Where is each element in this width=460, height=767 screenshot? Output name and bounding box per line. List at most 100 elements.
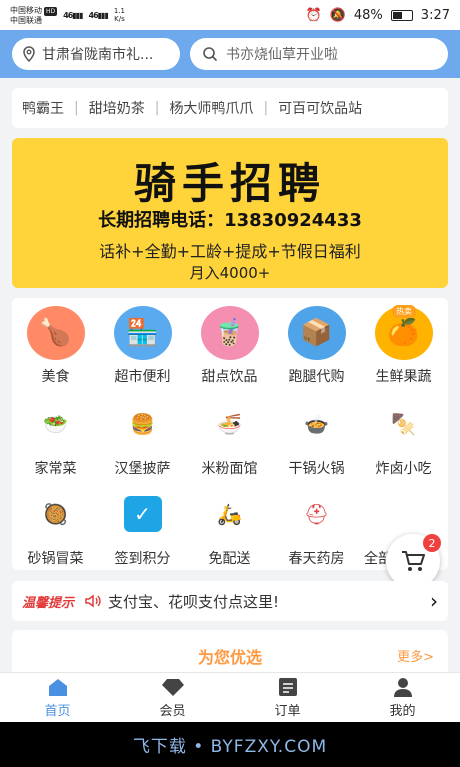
payment-notice[interactable]: 温馨提示 支付宝、花呗支付点这里! › (12, 581, 448, 621)
roast-chicken-icon: 🍗 (26, 306, 85, 360)
burger-icon: 🍔 (130, 412, 155, 436)
chevron-right-icon: › (430, 589, 438, 613)
app-header: 甘肃省陇南市礼... 书亦烧仙草开业啦 (0, 30, 460, 78)
carrier-2: 中国联通 (10, 15, 42, 25)
banner-title: 骑手招聘 (133, 159, 326, 208)
location-selector[interactable]: 甘肃省陇南市礼... (12, 38, 180, 70)
signal-icon-2: 46▮▮▮ (88, 10, 109, 20)
search-icon (203, 47, 218, 62)
category-noodles[interactable]: 🍜 米粉面馆 (186, 390, 273, 478)
tab-orders[interactable]: 订单 (230, 673, 345, 722)
category-label: 甜点饮品 (201, 369, 258, 385)
diamond-icon (161, 678, 184, 696)
category-label: 干锅火锅 (288, 461, 345, 477)
shop-link[interactable]: 杨大师鸭爪爪 (169, 98, 253, 118)
tab-home[interactable]: 首页 (0, 673, 115, 722)
status-left: 中国移动 HD 中国联通 46▮▮▮ 46▮▮▮ 1.1 K/s (10, 6, 125, 25)
status-right: ⏰ 🔕 48% 3:27 (306, 8, 450, 23)
tab-label: 我的 (389, 703, 416, 719)
bottom-tab-bar: 首页 会员 订单 我的 (0, 672, 460, 722)
location-pin-icon (23, 46, 35, 62)
carrier-info: 中国移动 HD 中国联通 (10, 5, 58, 25)
category-label: 米粉面馆 (201, 461, 258, 477)
category-label: 美食 (41, 369, 70, 385)
category-hotpot[interactable]: 🍲 干锅火锅 (273, 390, 360, 478)
category-label: 免配送 (208, 551, 251, 567)
tab-label: 订单 (274, 703, 301, 719)
category-label: 生鲜果蔬 (375, 369, 432, 385)
category-label: 家常菜 (34, 461, 77, 477)
category-snacks[interactable]: 🍢 炸卤小吃 (360, 390, 447, 478)
category-pharmacy[interactable]: ⛑ 春天药房 (273, 480, 360, 568)
category-dessert[interactable]: 🧋 甜点饮品 (186, 298, 273, 386)
recommend-section: 为您优选 更多> (12, 630, 448, 674)
banner-benefits: 话补+全勤+工龄+提成+节假日福利 (99, 242, 361, 261)
section-title: 为您优选 (197, 648, 262, 667)
recruit-banner[interactable]: 骑手招聘 长期招聘电话：13830924433 话补+全勤+工龄+提成+节假日福… (12, 138, 448, 288)
user-icon (393, 677, 412, 697)
category-label: 汉堡披萨 (114, 461, 171, 477)
category-label: 超市便利 (114, 369, 171, 385)
location-text: 甘肃省陇南市礼... (42, 47, 154, 63)
cart-count-badge: 2 (423, 534, 441, 552)
banner-phone: 长期招聘电话：13830924433 (98, 210, 362, 231)
scooter-icon: 🛵 (217, 502, 242, 526)
system-nav-bar: 飞下载 • BYFZXY.COM (0, 722, 460, 767)
search-placeholder: 书亦烧仙草开业啦 (226, 47, 338, 63)
category-label: 签到积分 (114, 551, 171, 567)
shop-link[interactable]: 可百可饮品站 (278, 98, 362, 118)
category-burger[interactable]: 🍔 汉堡披萨 (99, 390, 186, 478)
claypot-icon: 🥘 (43, 502, 68, 526)
divider: | (74, 100, 79, 116)
more-link[interactable]: 更多> (397, 646, 434, 665)
category-grid: 🍗 美食 🏪 超市便利 🧋 甜点饮品 📦 跑腿代购 🍊 生鲜果蔬 🥗 家常菜 🍔… (12, 298, 448, 570)
shop-link[interactable]: 甜培奶茶 (89, 98, 145, 118)
store-icon: 🏪 (113, 306, 172, 360)
category-food[interactable]: 🍗 美食 (12, 298, 99, 386)
order-list-icon (278, 677, 297, 696)
mute-icon: 🔕 (329, 7, 346, 23)
category-claypot[interactable]: 🥘 砂锅冒菜 (12, 480, 99, 568)
hotpot-icon: 🍲 (304, 412, 329, 436)
cart-icon (402, 551, 425, 571)
alarm-icon: ⏰ (305, 7, 322, 23)
delivery-box-icon: 📦 (287, 306, 346, 360)
signal-icon: 46▮▮▮ (63, 10, 83, 20)
category-free-delivery[interactable]: 🛵 免配送 (186, 480, 273, 568)
calendar-check-icon: ✓ (123, 496, 162, 532)
search-bar[interactable]: 书亦烧仙草开业啦 (190, 38, 448, 70)
shop-link[interactable]: 鸭霸王 (22, 98, 64, 118)
snack-stall-icon: 🍢 (391, 412, 416, 436)
speaker-icon (85, 594, 101, 608)
tab-label: 会员 (159, 703, 186, 719)
category-checkin[interactable]: ✓ 签到积分 (99, 480, 186, 568)
banner-salary: 月入4000+ (189, 264, 271, 282)
category-supermarket[interactable]: 🏪 超市便利 (99, 298, 186, 386)
network-speed: 1.1 K/s (113, 7, 125, 23)
battery-percent: 48% (353, 7, 383, 23)
grid-icon (364, 500, 392, 526)
divider: | (154, 100, 160, 116)
tab-label: 首页 (44, 703, 71, 719)
category-label: 炸卤小吃 (375, 461, 432, 477)
category-label: 春天药房 (288, 551, 345, 567)
home-icon (48, 678, 67, 696)
battery-icon (390, 9, 413, 21)
divider: | (263, 100, 269, 116)
category-errand[interactable]: 📦 跑腿代购 (273, 298, 360, 386)
bubble-tea-icon: 🧋 (200, 306, 259, 360)
watermark: 飞下载 • BYFZXY.COM (132, 737, 328, 757)
noodle-icon: 🍜 (217, 412, 242, 436)
category-label: 跑腿代购 (288, 369, 345, 385)
tab-member[interactable]: 会员 (115, 673, 230, 722)
bowl-icon: 🥗 (43, 412, 68, 436)
shop-links: 鸭霸王 | 甜培奶茶 | 杨大师鸭爪爪 | 可百可饮品站 (12, 88, 448, 128)
hot-badge: 热卖 (392, 305, 416, 318)
carrier-1: 中国移动 HD (10, 5, 58, 16)
hd-badge: HD (44, 6, 58, 16)
status-bar: 中国移动 HD 中国联通 46▮▮▮ 46▮▮▮ 1.1 K/s ⏰ 🔕 48% 3… (0, 0, 460, 30)
category-homestyle[interactable]: 🥗 家常菜 (12, 390, 99, 478)
category-label: 砂锅冒菜 (27, 551, 84, 567)
tab-profile[interactable]: 我的 (345, 673, 460, 722)
notice-text: 支付宝、花呗支付点这里! (108, 592, 280, 611)
